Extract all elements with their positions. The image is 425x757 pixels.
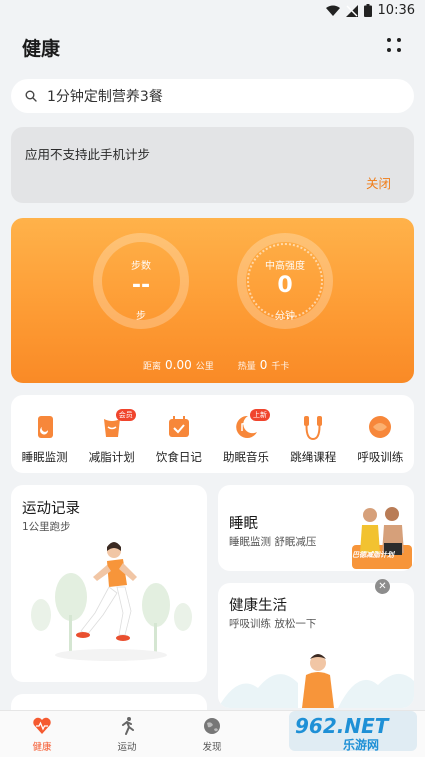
- dot-icon: [387, 48, 391, 52]
- svg-text:乐游网: 乐游网: [343, 737, 379, 752]
- shortcut-breathing[interactable]: 呼吸训练: [348, 413, 412, 473]
- shortcut-label: 减脂计划: [88, 450, 135, 464]
- promo-label: 巴德减脂计划: [352, 551, 394, 559]
- shortcut-diet-diary[interactable]: 饮食日记: [147, 413, 211, 473]
- card-subtitle: 睡眠监测 舒眠减压: [229, 536, 317, 548]
- healthy-life-card[interactable]: 健康生活 呼吸训练 放松一下: [218, 583, 414, 708]
- globe-icon: [204, 718, 220, 734]
- close-card-button[interactable]: ✕: [375, 579, 390, 594]
- distance-value: 0.00: [165, 358, 192, 372]
- shortcut-sleep-music[interactable]: 上新 助眠音乐: [214, 409, 278, 473]
- distance-unit: 公里: [195, 362, 214, 372]
- calorie-label: 热量: [237, 362, 256, 372]
- sleep-card[interactable]: 睡眠 睡眠监测 舒眠减压 巴德减脂计划: [218, 485, 414, 571]
- shortcut-jump-rope[interactable]: 跳绳课程: [281, 413, 345, 473]
- calendar-check-icon: [168, 416, 189, 437]
- nav-label: 健康: [32, 742, 52, 753]
- heart-pulse-icon: [33, 717, 51, 734]
- new-badge: 上新: [250, 409, 271, 421]
- search-icon: [25, 87, 37, 106]
- runner-icon: [122, 717, 134, 735]
- fitness-couple-illustration: [352, 507, 412, 569]
- card-subtitle: 1公里跑步: [22, 521, 71, 533]
- svg-text:962.NET: 962.NET: [295, 714, 390, 738]
- shortcut-label: 助眠音乐: [223, 450, 270, 464]
- card-subtitle: 呼吸训练 放松一下: [229, 618, 317, 630]
- battery-icon: [363, 4, 372, 17]
- shortcut-label: 饮食日记: [155, 450, 202, 464]
- intensity-label: 中高强度: [265, 261, 305, 272]
- shortcut-grid: 睡眠监测 会员 减脂计划 饮食日记 上新 助眠音乐 跳绳课程 呼吸训练: [11, 395, 414, 473]
- site-watermark-logo: 962.NET 乐游网: [289, 711, 417, 752]
- member-badge: 会员: [115, 409, 136, 421]
- status-bar: 10:36: [0, 0, 425, 22]
- nav-tab-discover[interactable]: 发现: [182, 716, 242, 753]
- nav-tab-sport[interactable]: 运动: [97, 716, 157, 753]
- page-title: 健康: [22, 38, 61, 60]
- activity-footer: 距离 0.00 公里 热量 0 千卡: [143, 358, 289, 372]
- exercise-record-card[interactable]: 运动记录 1公里跑步: [11, 485, 207, 682]
- shortcut-sleep-monitor[interactable]: 睡眠监测: [13, 413, 77, 473]
- steps-unit: 步: [136, 311, 146, 322]
- more-options-button[interactable]: [387, 38, 403, 54]
- jump-rope-icon: [304, 416, 323, 441]
- intensity-value: 0: [277, 273, 293, 298]
- status-time: 10:36: [377, 3, 415, 18]
- signal-off-icon: [345, 4, 358, 17]
- search-text: 1分钟定制营养3餐: [47, 89, 163, 105]
- card-title: 健康生活: [229, 598, 287, 614]
- calorie-value: 0: [259, 358, 268, 372]
- nav-label: 运动: [117, 742, 137, 753]
- nav-label: 发现: [202, 742, 222, 753]
- notice-message: 应用不支持此手机计步: [25, 147, 151, 162]
- shortcut-label: 跳绳课程: [290, 450, 337, 464]
- dot-icon: [397, 38, 401, 42]
- dot-icon: [397, 48, 401, 52]
- nav-tab-health[interactable]: 健康: [12, 716, 72, 753]
- shortcut-label: 呼吸训练: [357, 450, 404, 464]
- runner-illustration: [31, 542, 192, 661]
- card-title: 运动记录: [22, 501, 80, 517]
- steps-label: 步数: [131, 261, 151, 272]
- card-title: 睡眠: [229, 516, 258, 532]
- phone-sleep-icon: [37, 416, 53, 438]
- search-bar[interactable]: 1分钟定制营养3餐: [11, 79, 414, 113]
- breath-icon: [369, 416, 392, 438]
- shortcut-label: 睡眠监测: [21, 450, 68, 464]
- dot-icon: [387, 38, 391, 42]
- meditation-illustration: [218, 654, 414, 708]
- activity-summary-card[interactable]: 步数 -- 步 中高强度 0 分钟 距离 0.00 公里 热量 0 千卡: [11, 218, 414, 383]
- distance-label: 距离: [143, 362, 162, 372]
- calorie-unit: 千卡: [271, 362, 290, 372]
- wifi-icon: [325, 5, 340, 16]
- intensity-unit: 分钟: [275, 311, 295, 322]
- step-notice-card: 应用不支持此手机计步 关闭: [11, 127, 414, 203]
- shortcut-fat-loss[interactable]: 会员 减脂计划: [80, 409, 144, 473]
- steps-value: --: [131, 273, 151, 298]
- notice-close-button[interactable]: 关闭: [366, 173, 391, 192]
